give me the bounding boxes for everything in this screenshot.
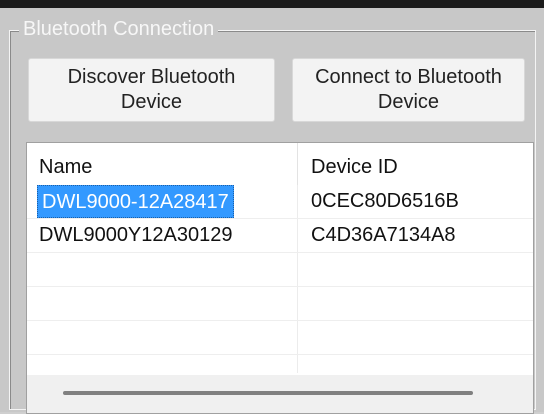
horizontal-scrollbar[interactable] [27, 375, 533, 413]
column-header-device-id[interactable]: Device ID [299, 143, 533, 185]
list-row[interactable]: DWL9000Y12A30129 C4D36A7134A8 [27, 219, 533, 253]
empty-list-row [27, 287, 533, 321]
empty-list-row [27, 253, 533, 287]
scrollbar-thumb[interactable] [63, 391, 473, 395]
empty-list-row [27, 321, 533, 355]
device-id-cell[interactable]: 0CEC80D6516B [311, 185, 459, 218]
groupbox-title: Bluetooth Connection [19, 16, 219, 42]
window-top-edge [0, 0, 544, 8]
device-list[interactable]: Name Device ID DWL9000-12A28417 0CEC80D6… [26, 142, 534, 414]
bluetooth-panel: Bluetooth Connection Discover Bluetooth … [0, 8, 544, 414]
device-name-cell[interactable]: DWL9000-12A28417 [37, 185, 234, 218]
device-name-cell[interactable]: DWL9000Y12A30129 [39, 219, 232, 252]
device-id-cell[interactable]: C4D36A7134A8 [311, 219, 456, 252]
list-row[interactable]: DWL9000-12A28417 0CEC80D6516B [27, 185, 533, 219]
list-header: Name Device ID [27, 143, 533, 185]
discover-bluetooth-device-button[interactable]: Discover Bluetooth Device [28, 58, 275, 122]
column-separator[interactable] [297, 143, 298, 185]
connect-to-bluetooth-device-button[interactable]: Connect to Bluetooth Device [292, 58, 525, 122]
column-header-name[interactable]: Name [27, 143, 299, 185]
